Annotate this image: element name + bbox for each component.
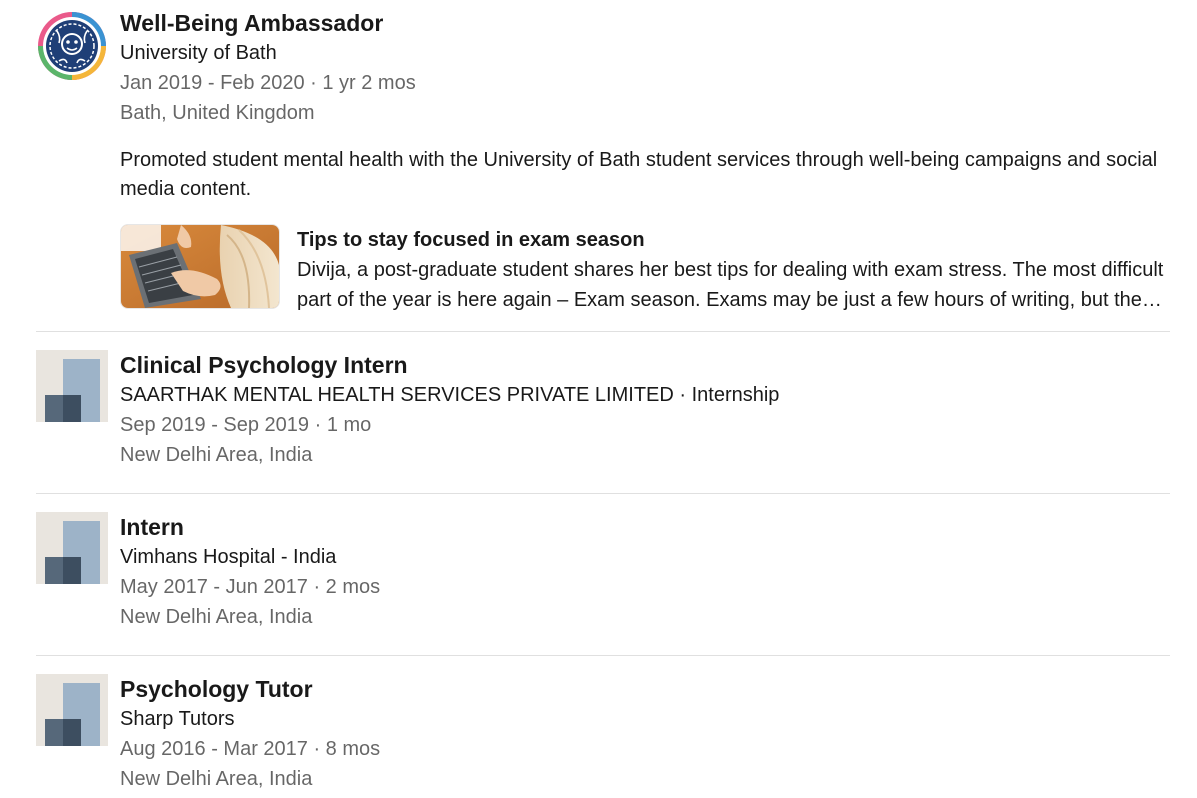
divider [36, 331, 1170, 332]
experience-item-psychology-tutor: Psychology Tutor Sharp Tutors Aug 2016 -… [36, 674, 1170, 798]
job-title[interactable]: Well-Being Ambassador [120, 8, 1170, 38]
date-range: Aug 2016 - Mar 2017 · 8 mos [120, 738, 381, 760]
university-of-bath-logo[interactable] [37, 11, 107, 81]
job-title[interactable]: Psychology Tutor [120, 674, 1170, 704]
media-text: Tips to stay focused in exam season Divi… [297, 225, 1170, 315]
company-name: SAARTHAK MENTAL HEALTH SERVICES PRIVATE … [120, 384, 780, 406]
experience-item-clinical-psychology-intern: Clinical Psychology Intern SAARTHAK MENT… [36, 350, 1170, 480]
placeholder-company-icon[interactable] [36, 512, 108, 584]
job-description: Promoted student mental health with the … [120, 149, 1158, 200]
media-attachment[interactable]: Tips to stay focused in exam season Divi… [120, 224, 1170, 311]
location: New Delhi Area, India [120, 606, 313, 628]
date-range: May 2017 - Jun 2017 · 2 mos [120, 576, 381, 598]
job-title[interactable]: Intern [120, 512, 1170, 542]
experience-details: Well-Being Ambassador University of Bath… [120, 8, 1170, 311]
placeholder-company-icon[interactable] [36, 674, 108, 746]
experience-item-well-being-ambassador: Well-Being Ambassador University of Bath… [36, 8, 1170, 313]
laptop-study-photo[interactable] [120, 224, 280, 309]
company-name: Vimhans Hospital - India [120, 546, 337, 568]
job-title[interactable]: Clinical Psychology Intern [120, 350, 1170, 380]
location: New Delhi Area, India [120, 444, 313, 466]
company-name: University of Bath [120, 42, 277, 64]
experience-details: Intern Vimhans Hospital - India May 2017… [120, 512, 1170, 632]
experience-details: Clinical Psychology Intern SAARTHAK MENT… [120, 350, 1170, 470]
location: Bath, United Kingdom [120, 102, 315, 124]
experience-item-intern: Intern Vimhans Hospital - India May 2017… [36, 512, 1170, 642]
date-range: Jan 2019 - Feb 2020 · 1 yr 2 mos [120, 72, 416, 94]
location: New Delhi Area, India [120, 768, 313, 790]
date-range: Sep 2019 - Sep 2019 · 1 mo [120, 414, 372, 436]
experience-details: Psychology Tutor Sharp Tutors Aug 2016 -… [120, 674, 1170, 794]
placeholder-company-icon[interactable] [36, 350, 108, 422]
media-description: Divija, a post-graduate student shares h… [297, 259, 1164, 311]
company-name: Sharp Tutors [120, 708, 235, 730]
media-title[interactable]: Tips to stay focused in exam season [297, 225, 1170, 255]
divider [36, 655, 1170, 656]
divider [36, 493, 1170, 494]
